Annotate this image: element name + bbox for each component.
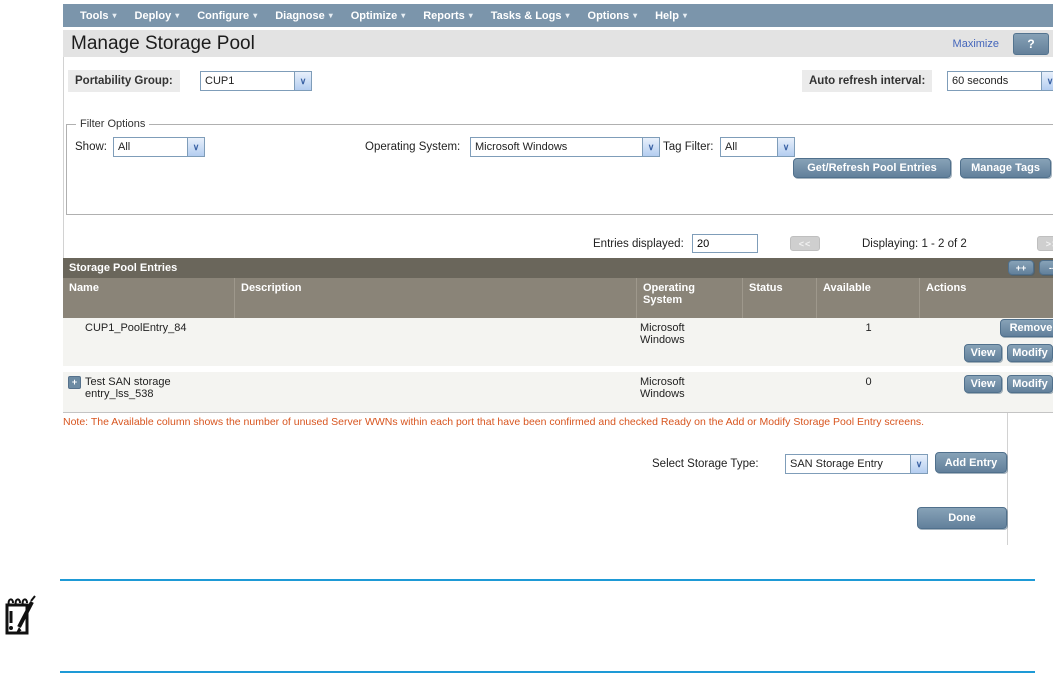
column-header-name[interactable]: Name xyxy=(63,278,235,318)
os-filter-select[interactable]: Microsoft Windows xyxy=(470,137,660,157)
menu-help-label: Help xyxy=(655,10,679,22)
storage-type-select[interactable]: SAN Storage Entry xyxy=(785,454,928,474)
table-bottom-border xyxy=(63,412,1053,413)
chevron-down-icon xyxy=(294,72,311,90)
column-header-available[interactable]: Available xyxy=(817,278,920,318)
column-header-description[interactable]: Description xyxy=(235,278,637,318)
chevron-down-icon xyxy=(175,11,179,20)
menu-options[interactable]: Options xyxy=(579,10,647,22)
show-filter-value: All xyxy=(114,138,187,156)
available-column-note: Note: The Available column shows the num… xyxy=(63,416,1053,428)
column-header-operating-system[interactable]: Operating System xyxy=(637,278,743,318)
content-right-border xyxy=(1007,413,1008,545)
chevron-down-icon xyxy=(777,138,794,156)
table-header-row: Name Description Operating System Status… xyxy=(63,278,1053,318)
menu-reports[interactable]: Reports xyxy=(414,10,482,22)
view-button[interactable]: View xyxy=(964,375,1002,393)
show-filter-select[interactable]: All xyxy=(113,137,205,157)
chevron-down-icon xyxy=(253,11,257,20)
row1-name: CUP1_PoolEntry_84 xyxy=(85,322,187,334)
modify-button[interactable]: Modify xyxy=(1007,375,1053,393)
chevron-down-icon xyxy=(329,11,333,20)
portability-group-label: Portability Group: xyxy=(68,70,180,92)
chevron-down-icon xyxy=(642,138,659,156)
filter-options-legend: Filter Options xyxy=(76,118,149,130)
view-button[interactable]: View xyxy=(964,344,1002,362)
prev-page-button[interactable]: << xyxy=(790,236,820,251)
menu-tools-label: Tools xyxy=(80,10,109,22)
remove-button[interactable]: Remove xyxy=(1000,319,1053,337)
expand-all-button[interactable]: ++ xyxy=(1008,260,1034,275)
add-entry-button[interactable]: Add Entry xyxy=(935,452,1007,473)
auto-refresh-label: Auto refresh interval: xyxy=(802,70,932,92)
column-header-status[interactable]: Status xyxy=(743,278,817,318)
chevron-down-icon xyxy=(633,11,637,20)
doc-divider-bottom xyxy=(60,671,1035,673)
modify-button[interactable]: Modify xyxy=(1007,344,1053,362)
tag-filter-label: Tag Filter: xyxy=(663,141,714,153)
os-filter-label: Operating System: xyxy=(365,141,460,153)
menu-help[interactable]: Help xyxy=(646,10,696,22)
prev-page-label: << xyxy=(799,239,812,249)
select-storage-type-label: Select Storage Type: xyxy=(652,458,759,470)
row2-available: 0 xyxy=(817,376,920,388)
next-page-label: >> xyxy=(1046,239,1053,249)
chevron-down-icon xyxy=(1041,72,1053,90)
next-page-button[interactable]: >> xyxy=(1037,236,1053,251)
page-title: Manage Storage Pool xyxy=(71,33,953,55)
auto-refresh-value: 60 seconds xyxy=(948,72,1041,90)
entries-displayed-label: Entries displayed: xyxy=(593,238,684,250)
expand-row-icon[interactable] xyxy=(68,376,81,389)
help-button[interactable]: ? xyxy=(1013,33,1049,55)
menu-reports-label: Reports xyxy=(423,10,465,22)
entries-displayed-input[interactable] xyxy=(692,234,758,253)
portability-group-select[interactable]: CUP1 xyxy=(200,71,312,91)
row2-name: Test SAN storage entry_lss_538 xyxy=(85,376,185,400)
menu-diagnose-label: Diagnose xyxy=(275,10,325,22)
show-filter-label: Show: xyxy=(75,141,107,153)
title-bar: Manage Storage Pool Maximize ? xyxy=(63,30,1053,57)
content-left-border xyxy=(63,57,64,258)
manage-tags-button[interactable]: Manage Tags xyxy=(960,158,1051,178)
collapse-all-button[interactable]: -- xyxy=(1039,260,1053,275)
table-title-bar: Storage Pool Entries xyxy=(63,258,1053,278)
get-refresh-pool-entries-button[interactable]: Get/Refresh Pool Entries xyxy=(793,158,951,178)
menu-options-label: Options xyxy=(588,10,630,22)
menu-configure[interactable]: Configure xyxy=(188,10,266,22)
chevron-down-icon xyxy=(469,11,473,20)
table-title: Storage Pool Entries xyxy=(69,262,177,274)
tag-filter-select[interactable]: All xyxy=(720,137,795,157)
chevron-down-icon xyxy=(401,11,405,20)
chevron-down-icon xyxy=(187,138,204,156)
doc-divider-top xyxy=(60,579,1035,581)
chevron-down-icon xyxy=(566,11,570,20)
page: Tools Deploy Configure Diagnose Optimize… xyxy=(0,0,1053,677)
note-icon xyxy=(2,594,36,643)
menu-optimize[interactable]: Optimize xyxy=(342,10,414,22)
displaying-text: Displaying: 1 - 2 of 2 xyxy=(862,238,967,250)
done-button[interactable]: Done xyxy=(917,507,1007,529)
storage-type-value: SAN Storage Entry xyxy=(786,455,910,473)
chevron-down-icon xyxy=(683,11,687,20)
menu-tasks-logs[interactable]: Tasks & Logs xyxy=(482,10,579,22)
auto-refresh-select[interactable]: 60 seconds xyxy=(947,71,1053,91)
tag-filter-value: All xyxy=(721,138,777,156)
chevron-down-icon xyxy=(113,11,117,20)
portability-group-value: CUP1 xyxy=(201,72,294,90)
row1-os: Microsoft Windows xyxy=(640,322,708,346)
menu-tools[interactable]: Tools xyxy=(71,10,126,22)
menu-configure-label: Configure xyxy=(197,10,249,22)
menu-optimize-label: Optimize xyxy=(351,10,397,22)
menu-tasks-logs-label: Tasks & Logs xyxy=(491,10,562,22)
column-header-actions[interactable]: Actions xyxy=(920,278,1053,318)
main-menubar: Tools Deploy Configure Diagnose Optimize… xyxy=(63,4,1053,27)
row2-os: Microsoft Windows xyxy=(640,376,708,400)
os-filter-value: Microsoft Windows xyxy=(471,138,642,156)
row1-available: 1 xyxy=(817,322,920,334)
menu-deploy[interactable]: Deploy xyxy=(126,10,189,22)
menu-diagnose[interactable]: Diagnose xyxy=(266,10,342,22)
maximize-link[interactable]: Maximize xyxy=(953,38,999,50)
menu-deploy-label: Deploy xyxy=(135,10,172,22)
chevron-down-icon xyxy=(910,455,927,473)
